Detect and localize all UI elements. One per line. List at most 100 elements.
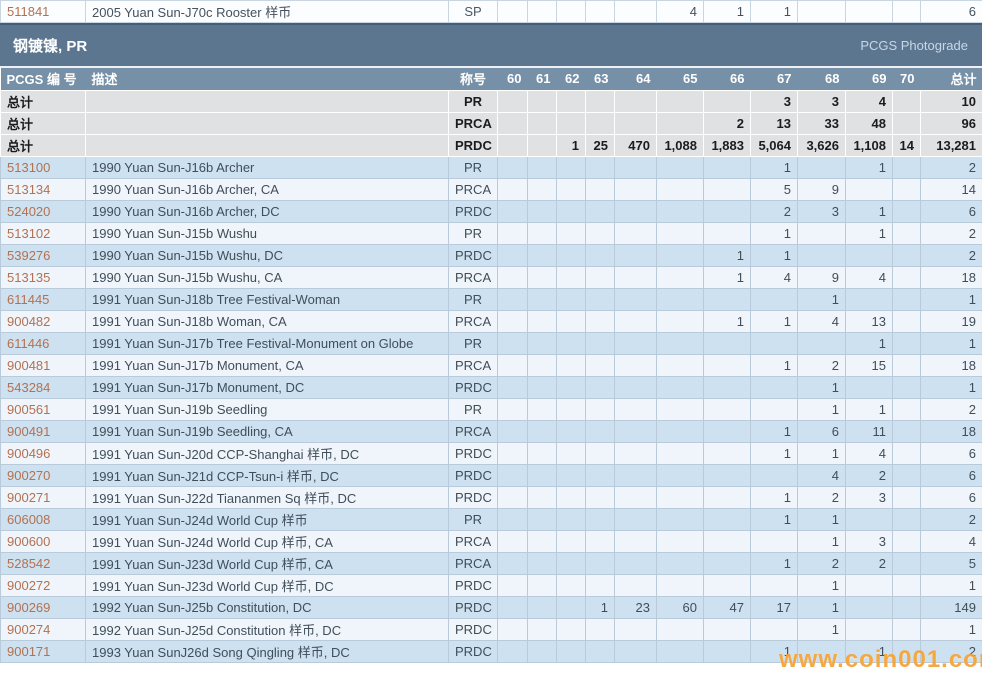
pcgs-number-cell: 900272 xyxy=(1,574,86,596)
grade-70-cell xyxy=(893,200,921,222)
grade-63-cell xyxy=(586,266,615,288)
pcgs-number-link[interactable]: 513102 xyxy=(7,226,50,241)
grade-69-cell: 1,108 xyxy=(846,134,893,156)
grade-69-cell: 1 xyxy=(846,222,893,244)
grade-64-cell xyxy=(615,266,657,288)
designation-cell: PRDC xyxy=(449,376,498,398)
grade-61-cell xyxy=(528,134,557,156)
grade-67-cell xyxy=(751,574,798,596)
pcgs-number-link[interactable]: 513100 xyxy=(7,160,50,175)
coin-description-cell: 1991 Yuan Sun-J18b Tree Festival-Woman xyxy=(86,288,449,310)
grade-60-cell xyxy=(498,1,528,23)
grade-60-cell xyxy=(498,574,528,596)
grade-66-cell xyxy=(704,486,751,508)
grade-66-cell: 1 xyxy=(704,310,751,332)
grade-67-cell xyxy=(751,376,798,398)
pcgs-number-link[interactable]: 900482 xyxy=(7,314,50,329)
grade-64-cell xyxy=(615,200,657,222)
grade-65-cell xyxy=(657,90,704,112)
table-row: 9004911991 Yuan Sun-J19b Seedling, CAPRC… xyxy=(1,420,982,442)
pcgs-number-link[interactable]: 900272 xyxy=(7,578,50,593)
grade-68-cell xyxy=(798,640,846,662)
grade-70-cell xyxy=(893,1,921,23)
grade-61-cell xyxy=(528,376,557,398)
pcgs-number-link[interactable]: 900481 xyxy=(7,358,50,373)
grade-60-cell xyxy=(498,156,528,178)
grade-62-cell: 1 xyxy=(557,134,586,156)
pcgs-number-link[interactable]: 511841 xyxy=(7,4,49,19)
grade-67-cell xyxy=(751,618,798,640)
grade-63-cell xyxy=(586,222,615,244)
grade-69-cell: 13 xyxy=(846,310,893,332)
total-cell: 2 xyxy=(921,640,982,662)
grade-62-cell xyxy=(557,376,586,398)
pcgs-number-link[interactable]: 528542 xyxy=(7,556,50,571)
grade-65-cell xyxy=(657,244,704,266)
grade-66-cell xyxy=(704,156,751,178)
grade-62-cell xyxy=(557,618,586,640)
total-cell: 18 xyxy=(921,354,982,376)
grade-62-cell xyxy=(557,552,586,574)
grade-62-cell xyxy=(557,244,586,266)
grade-70-cell xyxy=(893,376,921,398)
pcgs-number-link[interactable]: 900269 xyxy=(7,600,50,615)
total-cell: 2 xyxy=(921,244,982,266)
coin-description-cell: 1991 Yuan Sun-J21d CCP-Tsun-i 样币, DC xyxy=(86,464,449,486)
pcgs-number-cell: 900481 xyxy=(1,354,86,376)
table-row: 5131351990 Yuan Sun-J15b Wushu, CAPRCA14… xyxy=(1,266,982,288)
grade-69-cell: 1 xyxy=(846,200,893,222)
coin-description-cell: 1991 Yuan Sun-J23d World Cup 样币, DC xyxy=(86,574,449,596)
grade-65-cell xyxy=(657,486,704,508)
pcgs-number-link[interactable]: 513134 xyxy=(7,182,50,197)
pcgs-number-link[interactable]: 900600 xyxy=(7,534,50,549)
pcgs-number-link[interactable]: 900171 xyxy=(7,644,50,659)
grade-61-cell xyxy=(528,112,557,134)
grade-64-cell: 470 xyxy=(615,134,657,156)
pcgs-number-link[interactable]: 606008 xyxy=(7,512,50,527)
table-row: 5392761990 Yuan Sun-J15b Wushu, DCPRDC11… xyxy=(1,244,982,266)
grade-60-cell xyxy=(498,552,528,574)
grade-67-cell: 13 xyxy=(751,112,798,134)
coin-description-cell: 1991 Yuan Sun-J20d CCP-Shanghai 样币, DC xyxy=(86,442,449,464)
pcgs-number-cell: 900171 xyxy=(1,640,86,662)
grade-67-cell xyxy=(751,288,798,310)
pcgs-number-link[interactable]: 611445 xyxy=(7,292,49,307)
grade-69-cell xyxy=(846,508,893,530)
grade-68-cell xyxy=(798,1,846,23)
grade-70-cell xyxy=(893,508,921,530)
grade-62-cell xyxy=(557,332,586,354)
grade-66-cell xyxy=(704,420,751,442)
grade-65-cell xyxy=(657,288,704,310)
col-header-grade-66: 66 xyxy=(704,68,751,90)
pcgs-number-link[interactable]: 900274 xyxy=(7,622,50,637)
coin-description-cell: 1990 Yuan Sun-J15b Wushu, CA xyxy=(86,266,449,288)
grade-65-cell xyxy=(657,222,704,244)
table-row: 9002741992 Yuan Sun-J25d Constitution 样币… xyxy=(1,618,982,640)
pcgs-number-link[interactable]: 543284 xyxy=(7,380,50,395)
pcgs-number-link[interactable]: 900496 xyxy=(7,446,50,461)
coin-description-cell: 1992 Yuan Sun-J25b Constitution, DC xyxy=(86,596,449,618)
col-header-pcgs-id: PCGS 编 号 xyxy=(1,68,86,90)
grade-68-cell xyxy=(798,222,846,244)
designation-cell: PRDC xyxy=(449,486,498,508)
grade-63-cell xyxy=(586,90,615,112)
pcgs-number-link[interactable]: 524020 xyxy=(7,204,50,219)
grade-69-cell: 4 xyxy=(846,266,893,288)
grade-68-cell: 3 xyxy=(798,200,846,222)
pcgs-number-link[interactable]: 611446 xyxy=(7,336,49,351)
grade-66-cell xyxy=(704,508,751,530)
pcgs-number-link[interactable]: 900271 xyxy=(7,490,50,505)
pcgs-number-link[interactable]: 900270 xyxy=(7,468,50,483)
pcgs-number-link[interactable]: 513135 xyxy=(7,270,50,285)
pcgs-photograde-link[interactable]: PCGS Photograde xyxy=(860,38,968,53)
coin-description-cell: 1991 Yuan Sun-J17b Monument, CA xyxy=(86,354,449,376)
pcgs-number-cell: 524020 xyxy=(1,200,86,222)
section-title: 钢镀镍, PR xyxy=(13,35,87,56)
total-cell: 19 xyxy=(921,310,982,332)
pcgs-number-link[interactable]: 900561 xyxy=(7,402,50,417)
grade-66-cell xyxy=(704,200,751,222)
pcgs-number-link[interactable]: 900491 xyxy=(7,424,50,439)
coin-description-cell: 1990 Yuan Sun-J15b Wushu xyxy=(86,222,449,244)
pcgs-number-link[interactable]: 539276 xyxy=(7,248,50,263)
grade-61-cell xyxy=(528,618,557,640)
